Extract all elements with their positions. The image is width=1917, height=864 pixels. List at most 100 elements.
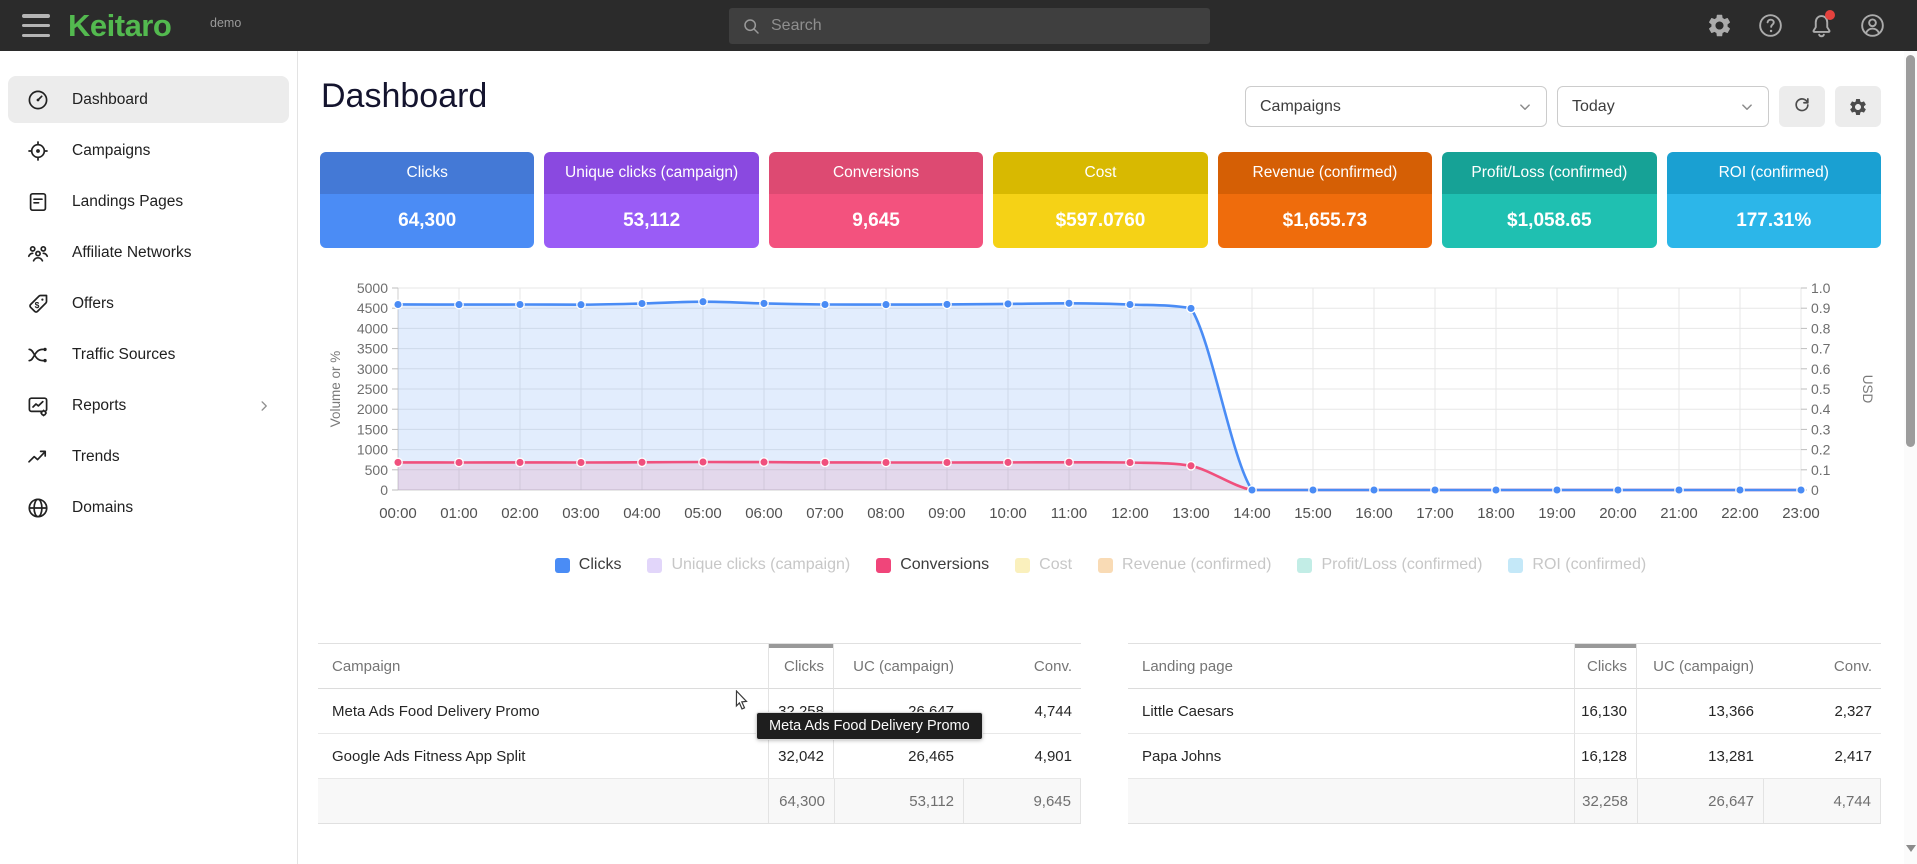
sidebar-item-traffic-sources[interactable]: Traffic Sources xyxy=(8,331,289,378)
sidebar-item-reports[interactable]: Reports xyxy=(8,382,289,429)
stat-card-cost[interactable]: Cost$597.0760 xyxy=(993,152,1207,248)
legend-item-revenue-confirmed[interactable]: Revenue (confirmed) xyxy=(1098,556,1271,574)
svg-text:0: 0 xyxy=(380,482,388,498)
svg-text:4500: 4500 xyxy=(357,300,388,316)
environment-badge: demo xyxy=(210,16,241,30)
row-name-cell[interactable]: Little Caesars xyxy=(1128,689,1574,734)
row-name-cell[interactable]: Meta Ads Food Delivery Promo xyxy=(318,689,768,734)
dashboard-settings-button[interactable] xyxy=(1835,86,1881,127)
row-tooltip: Meta Ads Food Delivery Promo xyxy=(757,713,982,739)
svg-text:1000: 1000 xyxy=(357,442,388,458)
row-name-cell[interactable]: Google Ads Fitness App Split xyxy=(318,734,768,779)
svg-text:0.2: 0.2 xyxy=(1811,442,1831,458)
stat-card-clicks[interactable]: Clicks64,300 xyxy=(320,152,534,248)
legend-item-clicks[interactable]: Clicks xyxy=(555,556,622,574)
reports-icon xyxy=(26,394,50,418)
stat-card-unique-clicks-campaign[interactable]: Unique clicks (campaign)53,112 xyxy=(544,152,758,248)
svg-text:02:00: 02:00 xyxy=(501,505,539,522)
sidebar-item-offers[interactable]: $Offers xyxy=(8,280,289,327)
notifications-bell-icon[interactable] xyxy=(1808,12,1835,39)
sidebar-item-label: Reports xyxy=(72,397,126,415)
legend-swatch xyxy=(1508,558,1523,573)
date-range-select[interactable]: Today xyxy=(1557,86,1769,127)
column-header-clicks[interactable]: Clicks xyxy=(768,644,834,689)
traffic-chart[interactable]: 0500100015002000250030003500400045005000… xyxy=(318,271,1888,529)
scrollbar-down-arrow[interactable] xyxy=(1906,845,1916,857)
date-range-select-value: Today xyxy=(1572,98,1615,116)
settings-gear-icon[interactable] xyxy=(1706,12,1733,39)
sidebar-item-affiliate-networks[interactable]: Affiliate Networks xyxy=(8,229,289,276)
offers-icon: $ xyxy=(26,292,50,316)
svg-text:0.9: 0.9 xyxy=(1811,300,1831,316)
stat-card-label: Unique clicks (campaign) xyxy=(544,152,758,194)
sidebar-item-label: Landings Pages xyxy=(72,193,183,211)
sidebar-item-dashboard[interactable]: Dashboard xyxy=(8,76,289,123)
svg-text:2000: 2000 xyxy=(357,401,388,417)
svg-text:06:00: 06:00 xyxy=(745,505,783,522)
legend-item-roi-confirmed[interactable]: ROI (confirmed) xyxy=(1508,556,1646,574)
chart-legend: Clicks Unique clicks (campaign) Conversion… xyxy=(320,556,1881,574)
svg-text:22:00: 22:00 xyxy=(1721,505,1759,522)
column-header-uc-campaign[interactable]: UC (campaign) xyxy=(834,644,963,689)
svg-text:USD: USD xyxy=(1860,375,1875,404)
row-value-cell: 16,130 xyxy=(1574,689,1637,734)
keitaro-logo: Keitaro xyxy=(68,8,171,44)
legend-item-unique-clicks-campaign[interactable]: Unique clicks (campaign) xyxy=(647,556,850,574)
scrollbar-thumb[interactable] xyxy=(1906,55,1915,447)
svg-text:05:00: 05:00 xyxy=(684,505,722,522)
stat-card-value: 177.31% xyxy=(1667,194,1881,248)
stat-card-label: Conversions xyxy=(769,152,983,194)
legend-item-profit-loss-confirmed[interactable]: Profit/Loss (confirmed) xyxy=(1297,556,1482,574)
svg-text:0.4: 0.4 xyxy=(1811,401,1831,417)
account-icon[interactable] xyxy=(1859,12,1886,39)
stat-card-value: 9,645 xyxy=(769,194,983,248)
stat-card-roi-confirmed[interactable]: ROI (confirmed)177.31% xyxy=(1667,152,1881,248)
sidebar-item-campaigns[interactable]: Campaigns xyxy=(8,127,289,174)
svg-text:13:00: 13:00 xyxy=(1172,505,1210,522)
column-header-conv[interactable]: Conv. xyxy=(1763,644,1881,689)
stat-card-label: Revenue (confirmed) xyxy=(1218,152,1432,194)
totals-cell: 53,112 xyxy=(834,779,963,823)
sidebar-item-landings-pages[interactable]: Landings Pages xyxy=(8,178,289,225)
totals-cell: 32,258 xyxy=(1574,779,1637,823)
svg-text:00:00: 00:00 xyxy=(379,505,417,522)
search-input[interactable] xyxy=(771,17,1198,35)
column-header-conv[interactable]: Conv. xyxy=(963,644,1081,689)
help-icon[interactable] xyxy=(1757,12,1784,39)
legend-label: Cost xyxy=(1039,556,1072,574)
legend-swatch xyxy=(1297,558,1312,573)
svg-text:08:00: 08:00 xyxy=(867,505,905,522)
page-scrollbar[interactable] xyxy=(1904,51,1917,864)
row-name-cell[interactable]: Papa Johns xyxy=(1128,734,1574,779)
stat-card-label: Cost xyxy=(993,152,1207,194)
svg-text:04:00: 04:00 xyxy=(623,505,661,522)
column-header-clicks[interactable]: Clicks xyxy=(1574,644,1637,689)
global-search[interactable] xyxy=(729,8,1210,44)
sidebar-item-trends[interactable]: Trends xyxy=(8,433,289,480)
svg-text:21:00: 21:00 xyxy=(1660,505,1698,522)
legend-item-cost[interactable]: Cost xyxy=(1015,556,1072,574)
legend-label: ROI (confirmed) xyxy=(1532,556,1646,574)
legend-item-conversions[interactable]: Conversions xyxy=(876,556,989,574)
column-header-landing-page[interactable]: Landing page xyxy=(1128,644,1574,689)
notification-dot xyxy=(1825,10,1835,20)
refresh-button[interactable] xyxy=(1779,86,1825,127)
legend-label: Revenue (confirmed) xyxy=(1122,556,1271,574)
legend-label: Unique clicks (campaign) xyxy=(671,556,850,574)
page-title: Dashboard xyxy=(321,77,487,116)
column-header-campaign[interactable]: Campaign xyxy=(318,644,768,689)
sidebar-item-label: Traffic Sources xyxy=(72,346,175,364)
stat-card-value: 64,300 xyxy=(320,194,534,248)
svg-text:500: 500 xyxy=(365,462,389,478)
svg-text:11:00: 11:00 xyxy=(1051,505,1087,522)
stat-card-profit-loss-confirmed[interactable]: Profit/Loss (confirmed)$1,058.65 xyxy=(1442,152,1656,248)
stat-card-revenue-confirmed[interactable]: Revenue (confirmed)$1,655.73 xyxy=(1218,152,1432,248)
traffic-icon xyxy=(26,343,50,367)
sidebar-item-label: Affiliate Networks xyxy=(72,244,191,262)
stat-card-conversions[interactable]: Conversions9,645 xyxy=(769,152,983,248)
menu-icon[interactable] xyxy=(22,14,50,37)
sidebar-item-domains[interactable]: Domains xyxy=(8,484,289,531)
column-header-uc-campaign[interactable]: UC (campaign) xyxy=(1637,644,1763,689)
legend-swatch xyxy=(1015,558,1030,573)
grouping-select[interactable]: Campaigns xyxy=(1245,86,1547,127)
